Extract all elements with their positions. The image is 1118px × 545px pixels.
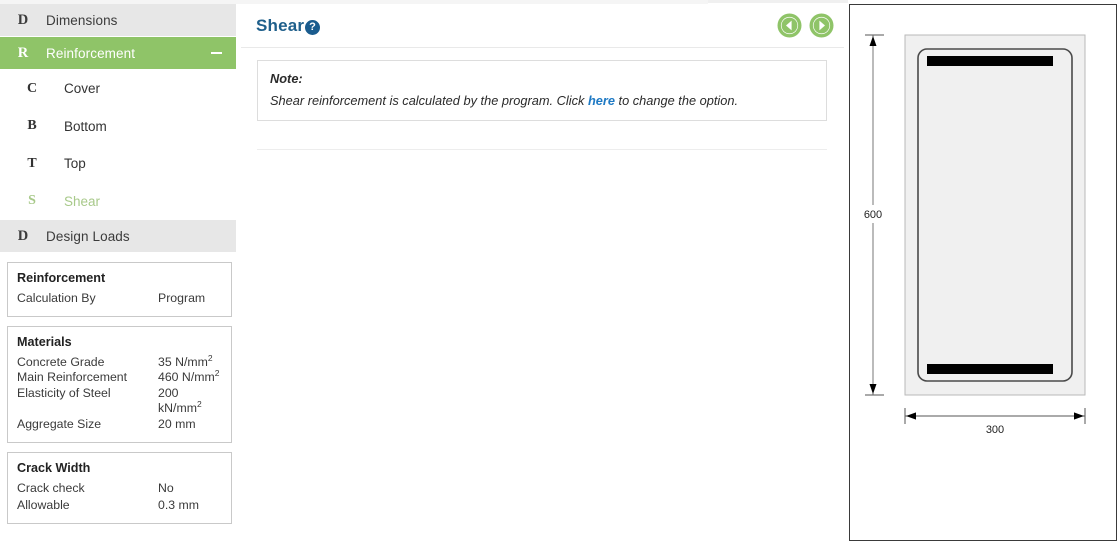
summary-row-value: 0.3 mm [158,498,199,513]
width-dimension-label: 300 [986,424,1004,436]
sidebar-group-design-loads-label: Design Loads [46,228,130,244]
summary-row-value: No [158,480,174,495]
sidebar-item-shear-label: Shear [64,193,101,209]
height-arrow-bottom [869,384,877,394]
summary-row: Aggregate Size 20 mm [17,417,222,433]
application-window: D Dimensions R Reinforcement C Cover B B… [0,0,1118,545]
content-divider [257,149,827,150]
navigation-arrows [777,13,834,38]
beam-section-diagram-panel: 600 300 [849,4,1117,541]
summary-row: Elasticity of Steel 200 kN/mm2 [17,386,222,417]
summary-row: Calculation By Program [17,291,222,307]
summary-row-value: 200 kN/mm2 [158,385,202,416]
beam-cross-section-drawing: 600 300 [858,34,1086,436]
sidebar-item-top[interactable]: T Top [0,145,236,183]
sidebar-item-cover[interactable]: C Cover [0,70,236,108]
summary-row-key: Main Reinforcement [17,370,128,385]
sidebar-item-bottom[interactable]: B Bottom [0,107,236,145]
summary-card-crack-width-title: Crack Width [17,460,91,475]
sidebar-group-dimensions-label: Dimensions [46,12,118,28]
minus-icon[interactable] [211,52,222,54]
sidebar-group-design-loads-letter: D [17,227,29,244]
width-arrow-right [1074,412,1084,420]
page-title: Shear [256,16,305,35]
summary-row-key: Crack check [17,480,85,495]
sidebar-item-top-label: Top [64,156,86,172]
summary-card-materials: Materials Concrete Grade 35 N/mm2 Main R… [7,325,232,443]
sidebar: D Dimensions R Reinforcement C Cover B B… [0,4,236,545]
summary-row-value: 35 N/mm2 [158,352,213,369]
height-arrow-top [869,36,877,46]
top-reinforcement-bar [927,56,1053,66]
concrete-section-outline [904,34,1086,396]
summary-row: Crack check No [17,481,222,497]
sidebar-group-reinforcement[interactable]: R Reinforcement [0,37,236,70]
sidebar-group-dimensions-letter: D [17,11,29,28]
summary-row: Allowable 0.3 mm [17,498,222,514]
sidebar-item-bottom-letter: B [27,118,37,134]
summary-card-crack-width: Crack Width Crack check No Allowable 0.3… [7,451,232,524]
main-content-panel: Shear ? Note: Shear reinforcement is cal… [241,4,844,545]
help-icon[interactable]: ? [305,20,320,35]
summary-row-key: Aggregate Size [17,416,102,431]
summary-row-key: Concrete Grade [17,354,105,369]
summary-card-materials-title: Materials [17,334,72,349]
sidebar-group-reinforcement-label: Reinforcement [46,45,136,61]
note-here-link[interactable]: here [588,93,615,108]
sidebar-item-bottom-label: Bottom [64,118,107,134]
summary-row-key: Allowable [17,498,70,513]
summary-row-key: Elasticity of Steel [17,385,111,400]
note-text-before: Shear reinforcement is calculated by the… [270,93,588,108]
next-arrow-icon[interactable] [809,13,834,38]
summary-card-reinforcement-title: Reinforcement [17,271,106,285]
sidebar-item-cover-label: Cover [64,81,101,97]
sidebar-group-reinforcement-letter: R [17,44,29,61]
summary-row: Concrete Grade 35 N/mm2 [17,352,222,371]
note-label: Note: [270,71,303,86]
sidebar-item-cover-letter: C [26,80,38,96]
main-header: Shear ? [241,4,844,48]
sidebar-group-dimensions[interactable]: D Dimensions [0,4,236,37]
summary-row: Main Reinforcement 460 N/mm2 [17,368,222,386]
width-arrow-left [906,412,916,420]
summary-row-value: Program [158,291,206,305]
bottom-reinforcement-bar [927,364,1053,374]
note-text-after: to change the option. [614,93,739,108]
sidebar-group-design-loads[interactable]: D Design Loads [0,220,236,253]
sidebar-item-shear-letter: S [28,193,36,209]
previous-arrow-icon[interactable] [777,13,802,38]
summary-card-reinforcement: Reinforcement Calculation By Program [7,262,232,317]
top-strip-right [708,0,848,3]
summary-row-key: Calculation By [17,291,96,305]
sidebar-item-top-letter: T [27,155,37,171]
summary-row-value: 460 N/mm2 [158,368,220,385]
note-text: Shear reinforcement is calculated by the… [270,93,814,108]
note-box: Note: Shear reinforcement is calculated … [257,60,827,121]
height-dimension-label: 600 [864,209,882,221]
summary-row-value: 20 mm [158,416,196,431]
sidebar-item-shear[interactable]: S Shear [0,182,236,220]
